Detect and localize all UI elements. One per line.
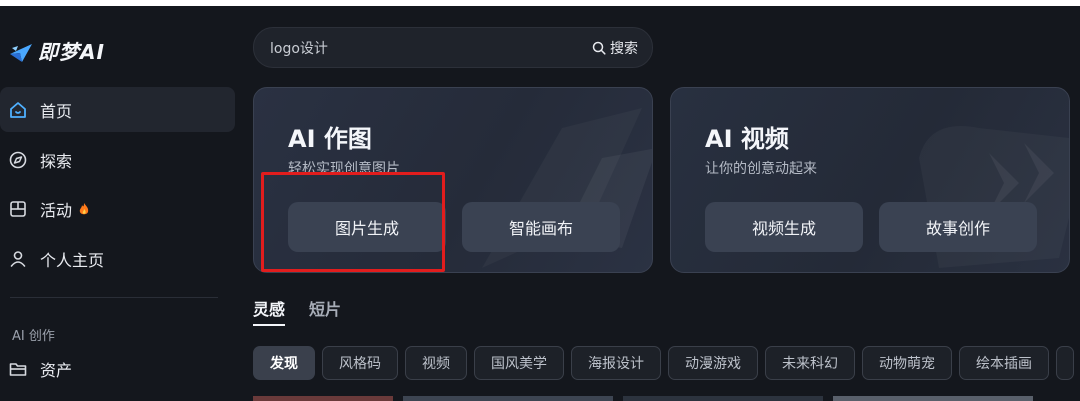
- ai-video-card: AI 视频 让你的创意动起来 视频生成 故事创作: [670, 87, 1070, 273]
- chip-cute-pets[interactable]: 动物萌宠: [862, 346, 952, 380]
- sidebar-item-explore[interactable]: 探索: [0, 137, 235, 182]
- tab-inspiration[interactable]: 灵感: [253, 296, 286, 326]
- content-tabs: 灵感 短片: [253, 296, 365, 326]
- chip-style-code[interactable]: 风格码: [322, 346, 398, 380]
- folder-icon: [9, 362, 27, 376]
- video-generate-button[interactable]: 视频生成: [705, 202, 863, 252]
- card-title: AI 作图: [288, 125, 372, 153]
- user-icon: [10, 250, 26, 267]
- fire-icon: [79, 202, 89, 214]
- app-name: 即梦AI: [38, 40, 105, 64]
- sidebar-item-label: 首页: [40, 101, 73, 121]
- chip-picture-book[interactable]: 绘本插画: [959, 346, 1049, 380]
- event-icon: [10, 200, 26, 217]
- search-icon: [592, 41, 606, 55]
- sidebar-item-label: 资产: [40, 360, 73, 380]
- chip-more[interactable]: [1056, 346, 1074, 380]
- story-create-button[interactable]: 故事创作: [879, 202, 1037, 252]
- chip-poster-design[interactable]: 海报设计: [571, 346, 661, 380]
- sidebar-item-label: 个人主页: [40, 250, 105, 270]
- sidebar-item-label: 活动: [40, 200, 73, 220]
- app-logo[interactable]: 即梦AI: [8, 36, 105, 65]
- sidebar-item-assets[interactable]: 资产: [0, 346, 235, 391]
- gallery-thumbnail[interactable]: [623, 396, 823, 401]
- section-label-ai-create: AI 创作: [12, 329, 55, 344]
- tab-shorts[interactable]: 短片: [309, 296, 341, 320]
- search-button-label: 搜索: [610, 40, 638, 57]
- chip-chinese-style[interactable]: 国风美学: [474, 346, 564, 380]
- logo-icon: [10, 43, 32, 62]
- card-subtitle: 轻松实现创意图片: [288, 161, 400, 177]
- smart-canvas-button[interactable]: 智能画布: [462, 202, 620, 252]
- gallery-strip: [253, 396, 1080, 401]
- search-button[interactable]: 搜索: [592, 38, 638, 58]
- image-generate-button[interactable]: 图片生成: [288, 202, 446, 252]
- search-bar: 搜索: [253, 27, 653, 68]
- chip-discover[interactable]: 发现: [253, 346, 315, 380]
- compass-icon: [9, 151, 27, 168]
- gallery-thumbnail[interactable]: [403, 396, 613, 401]
- sidebar-divider: [10, 297, 218, 298]
- sidebar-item-events[interactable]: 活动: [0, 186, 235, 231]
- home-icon: [10, 101, 26, 118]
- card-subtitle: 让你的创意动起来: [705, 161, 817, 177]
- gallery-thumbnail[interactable]: [253, 396, 393, 401]
- chip-video[interactable]: 视频: [405, 346, 467, 380]
- ai-image-card: AI 作图 轻松实现创意图片 图片生成 智能画布: [253, 87, 653, 273]
- sidebar-item-label: 探索: [40, 151, 73, 171]
- category-chips: 发现 风格码 视频 国风美学 海报设计 动漫游戏 未来科幻 动物萌宠 绘本插画: [253, 346, 1080, 380]
- sidebar: 即梦AI 首页 探索 活动 个人主页 AI 创作 资产: [0, 6, 240, 401]
- card-title: AI 视频: [705, 125, 789, 153]
- chip-sci-fi[interactable]: 未来科幻: [765, 346, 855, 380]
- search-input[interactable]: [254, 28, 592, 67]
- gallery-thumbnail[interactable]: [833, 396, 1033, 401]
- sidebar-item-home[interactable]: 首页: [0, 87, 235, 132]
- sidebar-item-profile[interactable]: 个人主页: [0, 236, 235, 281]
- chip-anime-games[interactable]: 动漫游戏: [668, 346, 758, 380]
